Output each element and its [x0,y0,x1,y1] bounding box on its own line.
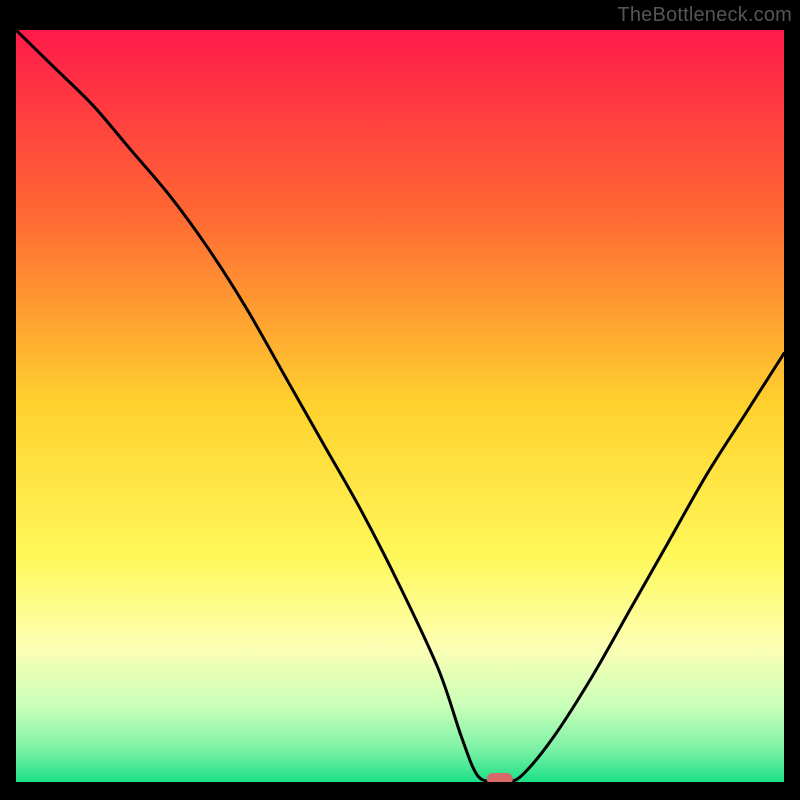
chart-frame: TheBottleneck.com [0,0,800,800]
chart-plot [16,30,784,782]
watermark-label: TheBottleneck.com [617,4,792,27]
optimal-marker [487,773,513,782]
chart-svg [16,30,784,782]
chart-background [16,30,784,782]
